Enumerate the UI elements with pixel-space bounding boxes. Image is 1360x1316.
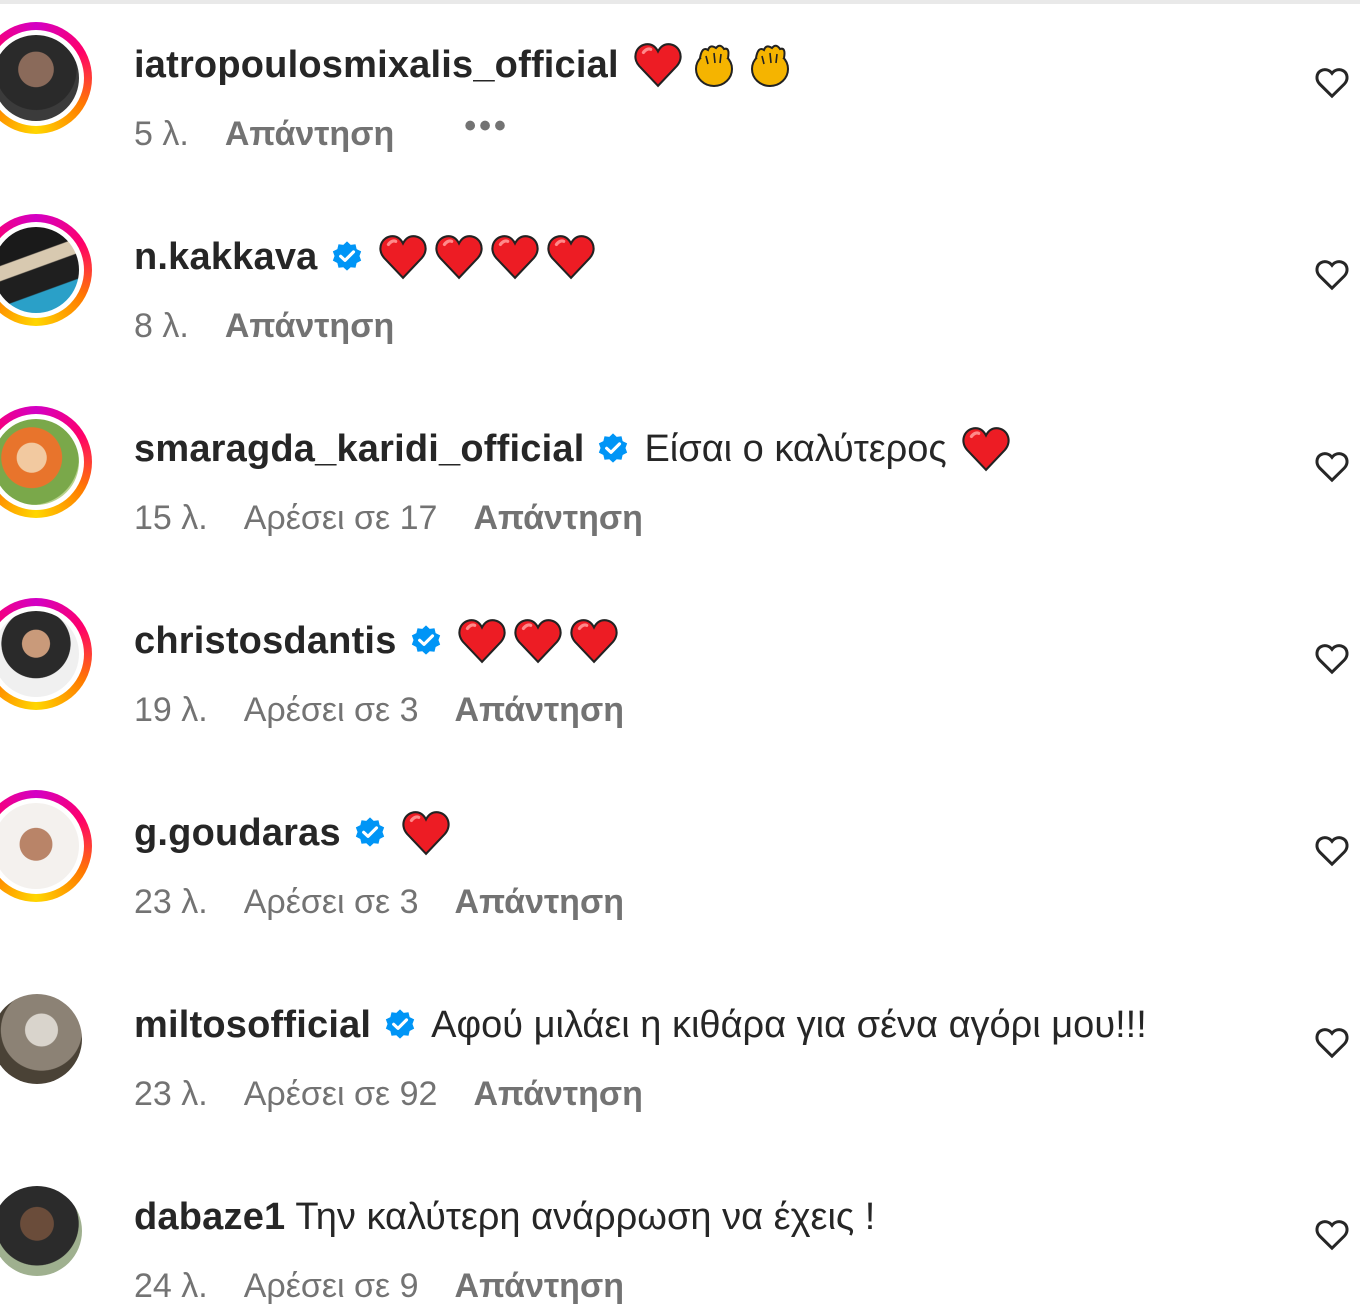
- comment-text: Αφού μιλάει η κιθάρα για σένα αγόρι μου!…: [431, 1003, 1147, 1046]
- likes-count[interactable]: Αρέσει σε 3: [244, 883, 419, 922]
- red-heart-icon: [434, 235, 483, 280]
- likes-count[interactable]: Αρέσει σε 3: [244, 691, 419, 730]
- comment-time[interactable]: 19 λ.: [134, 691, 208, 730]
- avatar[interactable]: [0, 598, 92, 710]
- comment-username[interactable]: miltosofficial: [134, 1004, 371, 1047]
- red-heart-icon: [962, 427, 1010, 472]
- comment-username[interactable]: iatropoulosmixalis_official: [134, 44, 619, 87]
- red-heart-icon: [513, 619, 562, 664]
- verified-badge-icon: [386, 1009, 415, 1039]
- verified-badge-icon: [355, 817, 384, 847]
- red-heart-icon: [378, 235, 427, 280]
- comment-emojis: [633, 42, 801, 88]
- avatar[interactable]: [0, 1174, 92, 1286]
- comment-item: dabaze1 Την καλύτερη ανάρρωση να έχεις !…: [0, 1152, 1360, 1305]
- avatar[interactable]: [0, 22, 92, 134]
- avatar[interactable]: [0, 406, 92, 518]
- comment-item: miltosofficial Αφού μιλάει η κιθάρα για …: [0, 960, 1360, 1113]
- reply-button[interactable]: Απάντηση: [225, 307, 394, 346]
- comment-item: n.kakkava 8 λ. Απάντηση: [0, 192, 1360, 345]
- red-heart-icon: [457, 619, 506, 664]
- red-heart-icon: [490, 235, 539, 280]
- comment-username[interactable]: dabaze1: [134, 1196, 285, 1239]
- reply-button[interactable]: Απάντηση: [225, 115, 394, 154]
- reply-button[interactable]: Απάντηση: [455, 883, 624, 922]
- red-heart-icon: [546, 235, 595, 280]
- verified-badge-icon: [332, 241, 361, 271]
- comment-time[interactable]: 8 λ.: [134, 307, 189, 346]
- comment-time[interactable]: 15 λ.: [134, 499, 208, 538]
- avatar[interactable]: [0, 982, 92, 1094]
- reply-button[interactable]: Απάντηση: [455, 691, 624, 730]
- like-heart-icon[interactable]: [1312, 1214, 1352, 1254]
- comment-username[interactable]: smaragda_karidi_official: [134, 428, 584, 471]
- comment-time[interactable]: 23 λ.: [134, 883, 208, 922]
- verified-badge-icon: [599, 433, 628, 463]
- likes-count[interactable]: Αρέσει σε 17: [244, 499, 438, 538]
- like-heart-icon[interactable]: [1312, 62, 1352, 102]
- likes-count[interactable]: Αρέσει σε 92: [244, 1075, 438, 1114]
- comment-text: Είσαι ο καλύτερος: [644, 427, 947, 470]
- likes-count[interactable]: Αρέσει σε 9: [244, 1267, 419, 1306]
- comment-item: christosdantis 19 λ. Αρέσει σε 3 Απάντησ…: [0, 576, 1360, 729]
- like-heart-icon[interactable]: [1312, 446, 1352, 486]
- comment-emojis: [961, 426, 1017, 472]
- clapping-hands-icon: [750, 44, 789, 87]
- comment-emojis: [378, 234, 602, 280]
- like-heart-icon[interactable]: [1312, 830, 1352, 870]
- comment-time[interactable]: 5 λ.: [134, 115, 189, 154]
- more-options-button[interactable]: •••: [464, 107, 509, 146]
- comment-text: Την καλύτερη ανάρρωση να έχεις !: [295, 1195, 876, 1238]
- avatar[interactable]: [0, 214, 92, 326]
- like-heart-icon[interactable]: [1312, 1022, 1352, 1062]
- red-heart-icon: [634, 43, 682, 88]
- comment-emojis: [401, 810, 457, 856]
- comment-username[interactable]: n.kakkava: [134, 236, 318, 279]
- comment-username[interactable]: christosdantis: [134, 620, 397, 663]
- comment-emojis: [457, 618, 625, 664]
- comment-item: iatropoulosmixalis_official 5 λ. Απάντησ…: [0, 0, 1360, 153]
- clapping-hands-icon: [694, 44, 733, 87]
- reply-button[interactable]: Απάντηση: [473, 499, 642, 538]
- comment-item: smaragda_karidi_official Είσαι ο καλύτερ…: [0, 384, 1360, 537]
- comment-username[interactable]: g.goudaras: [134, 812, 341, 855]
- reply-button[interactable]: Απάντηση: [455, 1267, 624, 1306]
- like-heart-icon[interactable]: [1312, 638, 1352, 678]
- red-heart-icon: [569, 619, 618, 664]
- avatar[interactable]: [0, 790, 92, 902]
- comment-item: g.goudaras 23 λ. Αρέσει σε 3 Απάντηση: [0, 768, 1360, 921]
- verified-badge-icon: [411, 625, 440, 655]
- comment-time[interactable]: 24 λ.: [134, 1267, 208, 1306]
- reply-button[interactable]: Απάντηση: [473, 1075, 642, 1114]
- comment-time[interactable]: 23 λ.: [134, 1075, 208, 1114]
- red-heart-icon: [402, 811, 450, 856]
- like-heart-icon[interactable]: [1312, 254, 1352, 294]
